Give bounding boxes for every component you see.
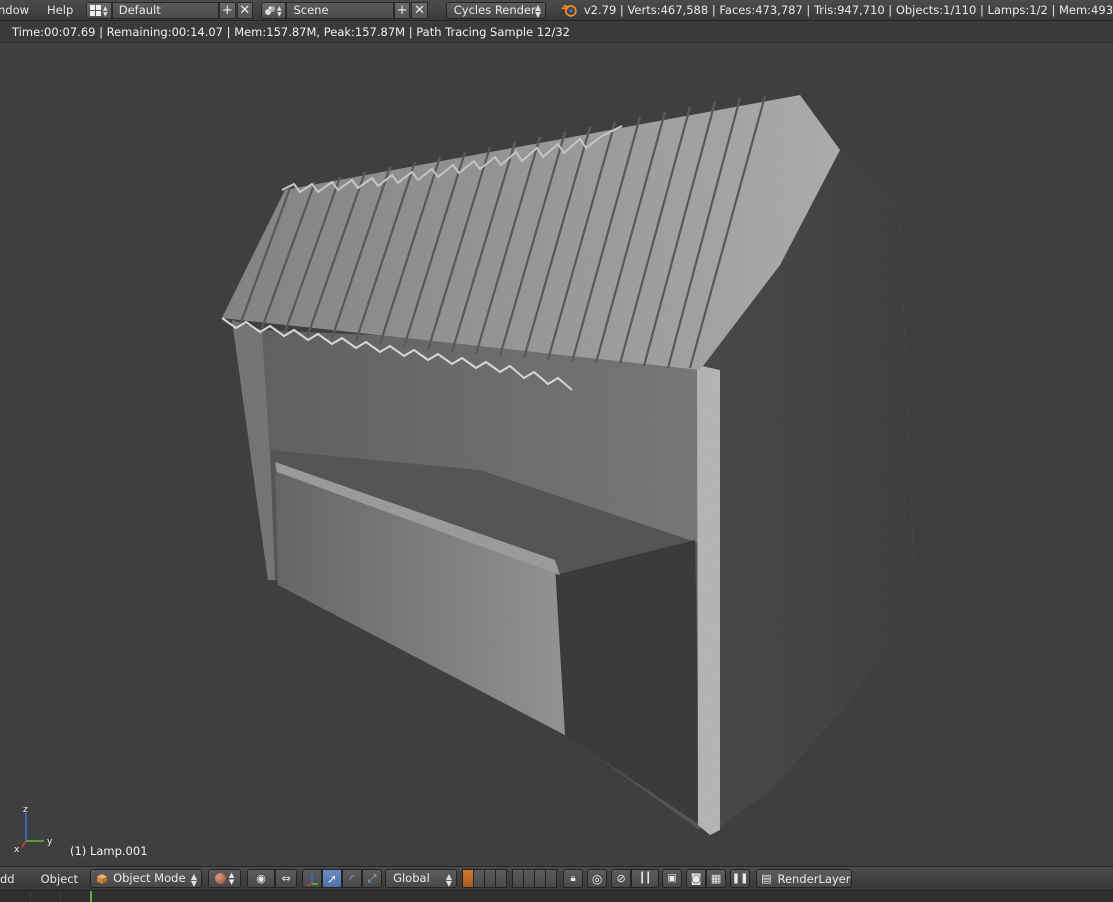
axis-z-label: z — [23, 805, 28, 815]
close-icon: ✕ — [239, 2, 251, 18]
menu-help[interactable]: Help — [38, 0, 82, 20]
active-object-label: (1) Lamp.001 — [70, 844, 148, 858]
magnet-icon: ⊘ — [616, 872, 626, 885]
updown-arrows-icon: ▲ ▼ — [190, 872, 198, 888]
pause-icon: ❚❚ — [731, 873, 749, 884]
layout-grid-icon: ▲ ▼ — [89, 4, 108, 17]
lock-layers-button[interactable]: 🔒︎ — [563, 869, 584, 888]
axis-x-label: x — [14, 845, 20, 853]
updown-arrows-icon: ▲ ▼ — [534, 2, 541, 19]
remove-screen-button[interactable]: ✕ — [236, 1, 253, 19]
rotate-arc-icon: ◜ — [349, 871, 355, 886]
render-layer-label: RenderLayer — [777, 871, 851, 886]
rendered-market-stall — [221, 95, 915, 835]
mode-label: Object Mode — [113, 871, 186, 885]
render-status: Time:00:07.69 | Remaining:00:14.07 | Mem… — [0, 22, 1113, 43]
scale-manipulator-button[interactable]: ⤢ — [362, 869, 383, 888]
translate-arrow-icon: ➚ — [327, 871, 338, 886]
axis-gizmo: z y x — [14, 805, 53, 853]
render-animation-button[interactable]: ▦ — [706, 869, 727, 888]
screen-layout-name-field[interactable]: Default — [111, 1, 220, 19]
scale-icon: ⤢ — [367, 871, 377, 885]
scene-layers-grid-1[interactable] — [462, 869, 508, 888]
menu-add[interactable]: dd — [0, 872, 23, 886]
manipulate-center-icon: ⇔ — [281, 872, 291, 885]
proportional-editing-button[interactable]: ◎ — [587, 869, 608, 888]
svg-text:▼: ▼ — [277, 11, 282, 17]
render-layer-selector[interactable]: ▤ RenderLayer — [756, 869, 853, 888]
mode-dropdown[interactable]: Object Mode ▲ ▼ — [90, 869, 203, 888]
rotate-manipulator-button[interactable]: ◜ — [342, 869, 363, 888]
plus-icon: + — [396, 2, 408, 18]
add-screen-button[interactable]: + — [219, 1, 236, 19]
clapperboard-icon: ▦ — [710, 872, 722, 885]
render-layer-icon: ▤ — [761, 872, 772, 885]
timeline-strip[interactable] — [0, 890, 1113, 902]
timeline-tick — [60, 891, 61, 902]
axis-arrows-icon — [306, 873, 319, 886]
transform-manipulator-toggle[interactable] — [302, 869, 323, 888]
info-header: ndow Help ▲ ▼ Default + ✕ ▲ ▼ Scene + ✕ … — [0, 0, 1113, 21]
screen-layout-selector[interactable]: ▲ ▼ — [86, 1, 112, 19]
shading-sphere-icon — [214, 873, 226, 884]
close-icon: ✕ — [414, 2, 425, 18]
3d-viewport[interactable]: z y x (1) Lamp.001 — [0, 43, 1113, 866]
render-opengl-button[interactable]: ▣ — [662, 869, 683, 888]
render-camera-icon: ◙ — [690, 872, 702, 885]
svg-text:▼: ▼ — [103, 11, 108, 17]
manipulator-toggle[interactable]: ⇔ — [275, 869, 298, 888]
current-frame-cursor[interactable] — [90, 891, 92, 902]
pivot-point-dropdown[interactable]: ◉ — [247, 869, 276, 888]
menu-object[interactable]: Object — [33, 872, 86, 886]
render-still-button[interactable]: ◙ — [686, 869, 707, 888]
updown-arrows-icon: ▲ ▼ — [445, 872, 453, 888]
lock-icon: 🔒︎ — [570, 873, 576, 884]
snap-element-dropdown[interactable]: ┃┃ — [631, 869, 660, 888]
pause-render-button[interactable]: ❚❚ — [730, 869, 751, 888]
camera-icon: ▣ — [667, 873, 677, 884]
menu-window[interactable]: ndow — [0, 0, 38, 20]
layer-button[interactable] — [545, 869, 558, 888]
snap-toggle[interactable]: ⊘ — [611, 869, 632, 888]
render-engine-label: Cycles Render — [453, 2, 536, 17]
viewport-shading-dropdown[interactable]: ▲ ▼ — [208, 869, 242, 888]
orientation-label: Global — [393, 871, 430, 885]
add-scene-button[interactable]: + — [393, 1, 411, 19]
scene-layers-grid-2[interactable] — [512, 869, 558, 888]
axis-y-label: y — [47, 837, 53, 847]
scene-selector[interactable]: ▲ ▼ — [261, 1, 287, 19]
3d-view-header: dd Object Object Mode ▲ ▼ ▲ ▼ ◉ ⇔ ➚ ◜ ⤢ Gl… — [0, 866, 1113, 890]
scene-stats: v2.79 | Verts:467,588 | Faces:473,787 | … — [583, 3, 1113, 17]
transform-orientation-dropdown[interactable]: Global ▲ ▼ — [385, 869, 458, 888]
updown-arrows-icon: ▲ ▼ — [228, 870, 235, 886]
timeline-tick — [30, 891, 31, 902]
translate-manipulator-button[interactable]: ➚ — [322, 869, 343, 888]
scene-name-field[interactable]: Scene — [286, 1, 394, 19]
layer-button[interactable] — [495, 869, 508, 888]
blender-logo-icon — [561, 4, 577, 17]
cube-icon — [97, 874, 108, 884]
snap-increment-icon: ┃┃ — [639, 873, 652, 884]
scene-icon: ▲ ▼ — [264, 5, 282, 17]
proportional-circle-icon: ◎ — [591, 871, 603, 886]
plus-icon: + — [221, 2, 233, 18]
render-engine-dropdown[interactable]: Cycles Render ▲ ▼ — [445, 1, 546, 19]
pivot-icon: ◉ — [256, 872, 266, 885]
remove-scene-button[interactable]: ✕ — [411, 1, 428, 19]
